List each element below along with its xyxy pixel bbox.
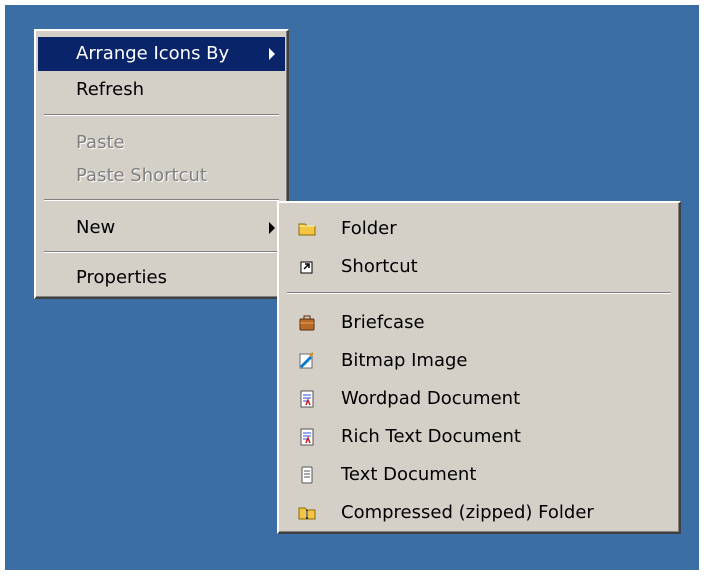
- menu-item-paste: Paste: [38, 126, 285, 160]
- submenu-item-text-document[interactable]: Text Document: [281, 456, 677, 494]
- submenu-separator: [287, 292, 671, 294]
- wordpad-document-icon: [297, 389, 317, 409]
- submenu-item-wordpad-document[interactable]: Wordpad Document: [281, 380, 677, 418]
- submenu-item-folder[interactable]: Folder: [281, 210, 677, 248]
- menu-item-paste-shortcut: Paste Shortcut: [38, 159, 285, 193]
- submenu-item-label: Text Document: [341, 464, 477, 485]
- shortcut-icon: [297, 257, 317, 277]
- submenu-item-compressed-folder[interactable]: Compressed (zipped) Folder: [281, 494, 677, 532]
- text-document-icon: [297, 465, 317, 485]
- bitmap-image-icon: [297, 351, 317, 371]
- submenu-item-label: Bitmap Image: [341, 350, 468, 371]
- submenu-item-briefcase[interactable]: Briefcase: [281, 304, 677, 342]
- submenu-item-label: Rich Text Document: [341, 426, 521, 447]
- briefcase-icon: [297, 313, 317, 333]
- folder-icon: [297, 219, 317, 239]
- submenu-item-shortcut[interactable]: Shortcut: [281, 248, 677, 286]
- menu-separator: [44, 251, 279, 253]
- submenu-item-label: Wordpad Document: [341, 388, 521, 409]
- submenu-item-label: Briefcase: [341, 312, 425, 333]
- menu-separator: [44, 114, 279, 116]
- menu-item-refresh[interactable]: Refresh: [38, 73, 285, 107]
- menu-item-new[interactable]: New: [38, 211, 285, 245]
- submenu-item-label: Compressed (zipped) Folder: [341, 502, 594, 523]
- menu-item-arrange-icons-by[interactable]: Arrange Icons By: [38, 37, 285, 71]
- new-submenu: Folder Shortcut Briefcase Bitmap Image W…: [277, 201, 681, 534]
- menu-item-label: New: [76, 217, 116, 238]
- menu-separator: [44, 199, 279, 201]
- menu-item-label: Refresh: [76, 79, 144, 100]
- menu-item-label: Properties: [76, 267, 167, 288]
- submenu-item-label: Shortcut: [341, 256, 418, 277]
- menu-item-label: Paste: [76, 132, 125, 153]
- submenu-arrow-icon: [269, 48, 275, 60]
- menu-item-label: Arrange Icons By: [76, 43, 230, 64]
- compressed-folder-icon: [297, 503, 317, 523]
- submenu-arrow-icon: [269, 222, 275, 234]
- menu-item-properties[interactable]: Properties: [38, 261, 285, 295]
- rich-text-document-icon: [297, 427, 317, 447]
- menu-item-label: Paste Shortcut: [76, 165, 207, 186]
- desktop-context-menu: Arrange Icons By Refresh Paste Paste Sho…: [34, 29, 289, 299]
- submenu-item-bitmap-image[interactable]: Bitmap Image: [281, 342, 677, 380]
- submenu-item-rich-text-document[interactable]: Rich Text Document: [281, 418, 677, 456]
- submenu-item-label: Folder: [341, 218, 397, 239]
